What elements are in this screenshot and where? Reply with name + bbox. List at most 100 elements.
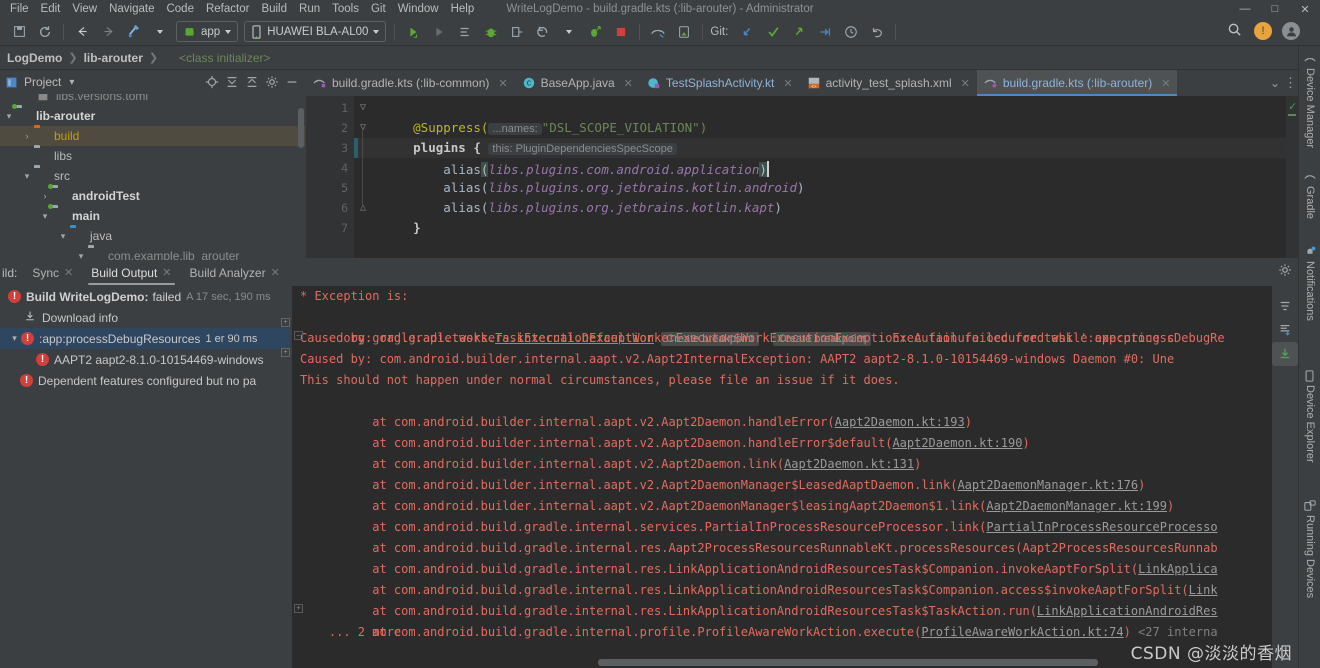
close-button[interactable]: ✕ <box>1290 0 1320 18</box>
maximize-button[interactable]: □ <box>1260 0 1290 18</box>
fold-toggle-icon-2[interactable]: + <box>294 604 303 613</box>
build-tab-sync[interactable]: Sync ✕ <box>23 260 82 285</box>
rail-device-manager[interactable]: Device Manager <box>1299 50 1320 148</box>
tab-testsplashactivity-kt[interactable]: TestSplashActivity.kt ✕ <box>640 70 800 96</box>
console-horizontal-scrollbar[interactable] <box>598 659 1098 666</box>
notification-badge[interactable]: ! <box>1254 22 1272 40</box>
breadcrumb-module[interactable]: lib-arouter <box>81 51 146 65</box>
tree-item-java[interactable]: ▾ java <box>0 226 305 246</box>
settings-gear-icon[interactable] <box>1278 263 1292 282</box>
build-tab-build-analyzer[interactable]: Build Analyzer ✕ <box>181 260 289 285</box>
settings-gear-icon[interactable] <box>263 73 281 91</box>
run-anything-icon[interactable] <box>584 21 606 43</box>
close-icon[interactable]: ✕ <box>498 77 507 90</box>
search-icon[interactable] <box>1227 22 1242 40</box>
hide-icon[interactable] <box>283 73 301 91</box>
menu-tools[interactable]: Tools <box>326 0 365 18</box>
sdk-manager-icon[interactable] <box>673 21 695 43</box>
menu-navigate[interactable]: Navigate <box>103 0 160 18</box>
menu-view[interactable]: View <box>66 0 103 18</box>
back-arrow-icon[interactable] <box>71 21 93 43</box>
project-scrollbar[interactable] <box>298 108 304 148</box>
rail-running-devices[interactable]: Running Devices <box>1299 496 1320 598</box>
forward-arrow-icon[interactable] <box>97 21 119 43</box>
build-hammer-icon[interactable] <box>123 21 145 43</box>
profile-dropdown-caret-icon[interactable] <box>558 21 580 43</box>
close-icon[interactable]: ✕ <box>271 266 280 279</box>
expand-toggle-icon[interactable]: + <box>281 318 290 327</box>
profile-icon[interactable] <box>532 21 554 43</box>
debug-icon[interactable] <box>480 21 502 43</box>
close-icon[interactable]: ✕ <box>1161 77 1170 90</box>
device-selector[interactable]: HUAWEI BLA-AL00 <box>244 21 387 42</box>
save-icon[interactable] <box>8 21 30 43</box>
build-row-dependent-features[interactable]: ! Dependent features configured but no p… <box>0 370 290 391</box>
breadcrumb-element[interactable]: <class initializer> <box>161 51 270 65</box>
close-icon[interactable]: ✕ <box>783 77 792 90</box>
build-row-summary[interactable]: ! Build WriteLogDemo: failed A 17 sec, 1… <box>0 286 290 307</box>
tree-item-libs[interactable]: libs <box>0 146 305 166</box>
tab-activity-test-splash-xml[interactable]: <> activity_test_splash.xml ✕ <box>800 70 977 96</box>
scroll-to-end-icon[interactable] <box>1272 318 1298 342</box>
menu-file[interactable]: File <box>4 0 35 18</box>
tree-item-build[interactable]: › build <box>0 126 305 146</box>
build-dropdown-caret-icon[interactable] <box>149 21 171 43</box>
rail-gradle[interactable]: Gradle <box>1299 168 1320 219</box>
build-row-download-info[interactable]: Download info <box>0 307 290 328</box>
git-pull-request-icon[interactable] <box>814 21 836 43</box>
avd-manager-icon[interactable] <box>647 21 669 43</box>
history-icon[interactable] <box>840 21 862 43</box>
menu-refactor[interactable]: Refactor <box>200 0 255 18</box>
filter-icon[interactable] <box>1272 294 1298 318</box>
close-icon[interactable]: ✕ <box>64 266 73 279</box>
close-icon[interactable]: ✕ <box>624 77 633 90</box>
project-dropdown-caret-icon[interactable]: ▾ <box>69 77 74 88</box>
stop-icon[interactable] <box>610 21 632 43</box>
close-icon[interactable]: ✕ <box>162 266 171 279</box>
tree-twisty[interactable]: ▾ <box>56 231 70 242</box>
export-icon[interactable] <box>1272 342 1298 366</box>
apply-code-changes-icon[interactable] <box>454 21 476 43</box>
menu-code[interactable]: Code <box>160 0 200 18</box>
build-tab-build-output[interactable]: Build Output ✕ <box>82 260 180 285</box>
rail-device-explorer[interactable]: Device Explorer <box>1299 366 1320 463</box>
undo-icon[interactable] <box>866 21 888 43</box>
more-options-icon[interactable]: ⋮ <box>1284 75 1297 91</box>
git-update-icon[interactable] <box>736 21 758 43</box>
build-row-aapt2[interactable]: ! AAPT2 aapt2-8.1.0-10154469-windows <box>0 349 290 370</box>
source-link[interactable]: ProfileAwareWorkAction.kt:74 <box>921 625 1123 639</box>
project-tree[interactable]: libs.versions.toml ▾ lib-arouter › build… <box>0 94 305 262</box>
menu-help[interactable]: Help <box>445 0 481 18</box>
module-selector[interactable]: app <box>176 21 239 42</box>
rail-notifications[interactable]: Notifications <box>1299 242 1320 321</box>
git-commit-icon[interactable] <box>762 21 784 43</box>
tab-baseapp-java[interactable]: C BaseApp.java ✕ <box>515 70 640 96</box>
tree-twisty[interactable]: ▾ <box>38 211 52 222</box>
editor-marker-strip[interactable] <box>1286 96 1298 258</box>
tree-item-src[interactable]: ▾ src <box>0 166 305 186</box>
fold-marker[interactable]: ▽ <box>358 98 368 118</box>
git-push-icon[interactable] <box>788 21 810 43</box>
fold-marker[interactable]: ▽ <box>358 118 368 138</box>
chevron-down-icon[interactable]: ⌄ <box>1270 76 1280 90</box>
minimize-button[interactable]: — <box>1230 0 1260 18</box>
tree-item-androidTest[interactable]: › androidTest <box>0 184 305 206</box>
expand-toggle-icon-2[interactable]: + <box>281 348 290 357</box>
menu-window[interactable]: Window <box>392 0 445 18</box>
menu-build[interactable]: Build <box>255 0 293 18</box>
breadcrumb-project[interactable]: LogDemo <box>4 51 65 65</box>
editor-gutter[interactable]: 1 2 3 4 5 6 7 <box>306 96 354 258</box>
build-console[interactable]: * Exception is: org.gradle.api.tasks.Tas… <box>292 286 1272 668</box>
tree-twisty[interactable]: › <box>38 191 52 201</box>
sync-icon[interactable] <box>34 21 56 43</box>
build-row-process-debug-resources[interactable]: ▾ ! :app:processDebugResources 1 er 90 m… <box>0 328 290 349</box>
tab-build-gradle-lib-common[interactable]: build.gradle.kts (:lib-common) ✕ <box>306 70 515 96</box>
attach-debugger-icon[interactable] <box>506 21 528 43</box>
tree-twisty[interactable]: › <box>20 131 34 141</box>
tree-item-lib-arouter[interactable]: ▾ lib-arouter <box>0 104 305 126</box>
expand-all-icon[interactable] <box>223 73 241 91</box>
close-icon[interactable]: ✕ <box>961 77 970 90</box>
fold-marker[interactable]: △ <box>358 198 368 218</box>
account-icon[interactable] <box>1282 22 1300 40</box>
tree-twisty[interactable]: ▾ <box>20 171 34 182</box>
